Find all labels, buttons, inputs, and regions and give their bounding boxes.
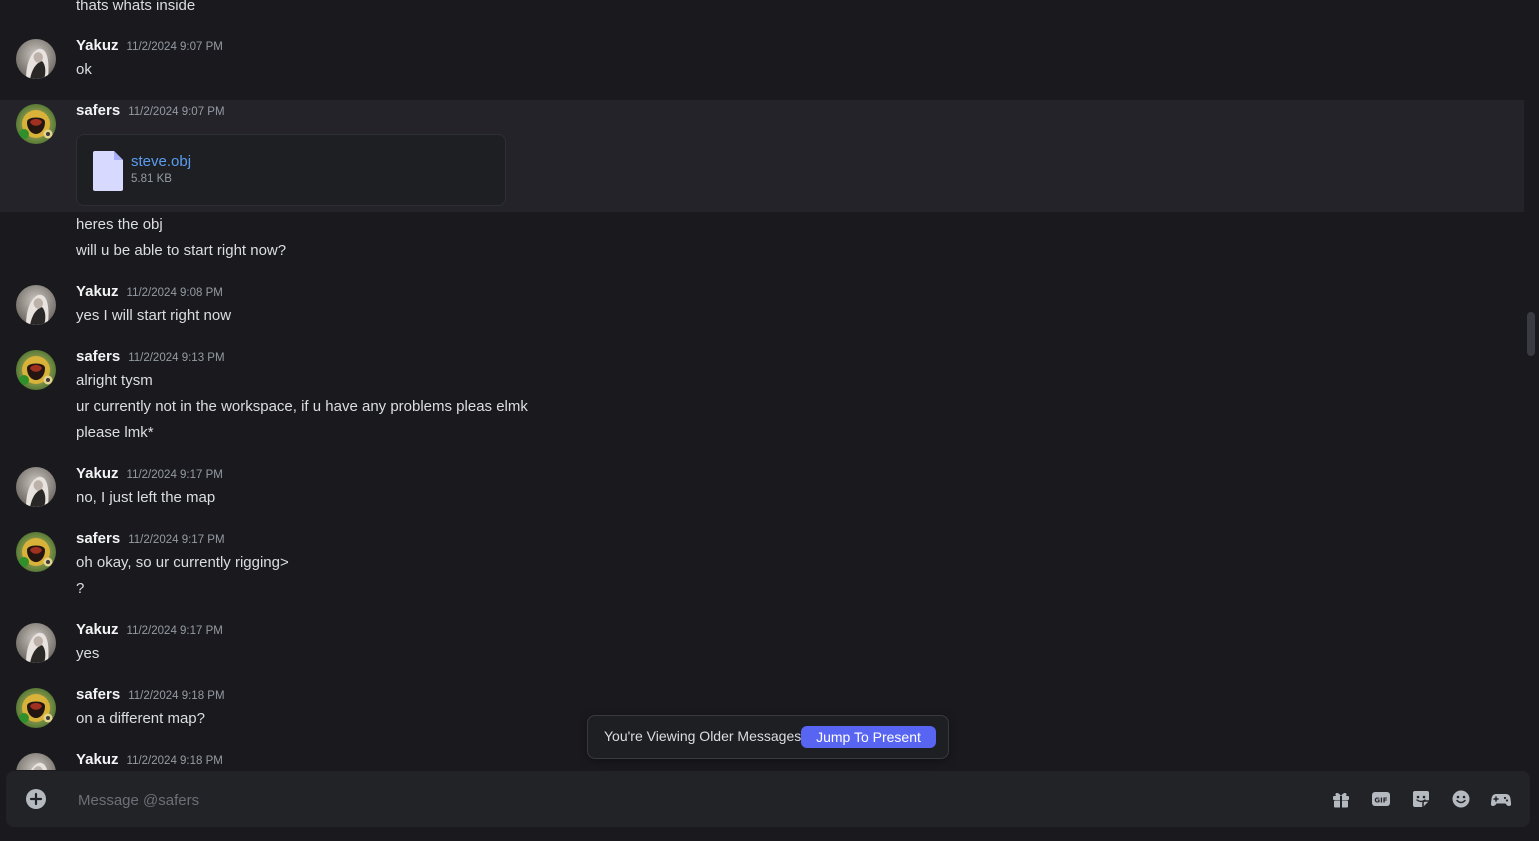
timestamp[interactable]: 11/2/2024 9:17 PM	[127, 625, 223, 637]
svg-text:GIF: GIF	[1374, 797, 1387, 805]
message-text: yes I will start right now	[76, 307, 232, 324]
avatar[interactable]	[16, 623, 56, 663]
timestamp[interactable]: 11/2/2024 9:18 PM	[127, 755, 223, 767]
username[interactable]: Yakuz	[76, 283, 119, 300]
emoji-icon[interactable]	[1450, 788, 1472, 810]
timestamp[interactable]: 11/2/2024 9:07 PM	[128, 106, 224, 118]
message-input[interactable]	[76, 787, 1280, 813]
older-messages-text: You're Viewing Older Messages	[604, 728, 802, 744]
message-text: no, I just left the map	[76, 489, 216, 506]
message-text: please lmk*	[76, 424, 154, 441]
message-text: oh okay, so ur currently rigging>	[76, 554, 289, 571]
username[interactable]: safers	[76, 348, 120, 365]
avatar[interactable]	[16, 104, 56, 144]
file-attachment[interactable]: steve.obj 5.81 KB	[76, 134, 506, 206]
message-text: on a different map?	[76, 710, 205, 727]
scrollbar-thumb[interactable]	[1527, 312, 1535, 356]
message-header: Yakuz 11/2/2024 9:17 PM	[76, 465, 223, 487]
username[interactable]: Yakuz	[76, 751, 119, 768]
message-text: thats whats inside	[76, 0, 196, 14]
timestamp[interactable]: 11/2/2024 9:18 PM	[128, 690, 224, 702]
message-header: safers 11/2/2024 9:18 PM	[76, 686, 225, 708]
username[interactable]: Yakuz	[76, 465, 119, 482]
message-header: Yakuz 11/2/2024 9:07 PM	[76, 37, 223, 59]
scrollbar-track[interactable]	[1526, 0, 1534, 770]
avatar[interactable]	[16, 285, 56, 325]
plus-circle-icon[interactable]	[26, 789, 46, 809]
username[interactable]: safers	[76, 530, 120, 547]
message-composer: GIF	[6, 771, 1530, 827]
username[interactable]: safers	[76, 102, 120, 119]
gift-icon[interactable]	[1330, 788, 1352, 810]
avatar[interactable]	[16, 350, 56, 390]
message-text: will u be able to start right now?	[76, 242, 287, 259]
timestamp[interactable]: 11/2/2024 9:13 PM	[128, 352, 224, 364]
message-header: Yakuz 11/2/2024 9:17 PM	[76, 621, 223, 643]
message-text: ?	[76, 580, 85, 597]
message-text: ok	[76, 61, 92, 78]
timestamp[interactable]: 11/2/2024 9:17 PM	[127, 469, 223, 481]
jump-to-present-button[interactable]: Jump To Present	[801, 726, 936, 748]
avatar[interactable]	[16, 467, 56, 507]
message-text: heres the obj	[76, 216, 163, 233]
sticker-icon[interactable]	[1410, 788, 1432, 810]
username[interactable]: Yakuz	[76, 621, 119, 638]
older-messages-bar: You're Viewing Older Messages Jump To Pr…	[587, 715, 949, 759]
message-header: Yakuz 11/2/2024 9:18 PM	[76, 751, 223, 770]
username[interactable]: Yakuz	[76, 37, 119, 54]
avatar[interactable]	[16, 532, 56, 572]
timestamp[interactable]: 11/2/2024 9:07 PM	[127, 41, 223, 53]
message-header: Yakuz 11/2/2024 9:08 PM	[76, 283, 223, 305]
file-size: 5.81 KB	[131, 173, 172, 185]
avatar[interactable]	[16, 39, 56, 79]
message-header: safers 11/2/2024 9:13 PM	[76, 348, 225, 370]
message-text: alright tysm	[76, 372, 153, 389]
message-header: safers 11/2/2024 9:07 PM	[76, 102, 225, 124]
gamepad-icon[interactable]	[1490, 788, 1512, 810]
timestamp[interactable]: 11/2/2024 9:08 PM	[127, 287, 223, 299]
message-list[interactable]: thats whats inside Yakuz 11/2/2024 9:07 …	[0, 0, 1524, 770]
file-name-link[interactable]: steve.obj	[131, 153, 191, 170]
gif-icon[interactable]: GIF	[1370, 788, 1392, 810]
file-icon	[93, 151, 123, 191]
message-header: safers 11/2/2024 9:17 PM	[76, 530, 225, 552]
username[interactable]: safers	[76, 686, 120, 703]
avatar[interactable]	[16, 753, 56, 770]
message-text: ur currently not in the workspace, if u …	[76, 398, 528, 415]
timestamp[interactable]: 11/2/2024 9:17 PM	[128, 534, 224, 546]
avatar[interactable]	[16, 688, 56, 728]
message-text: yes	[76, 645, 100, 662]
